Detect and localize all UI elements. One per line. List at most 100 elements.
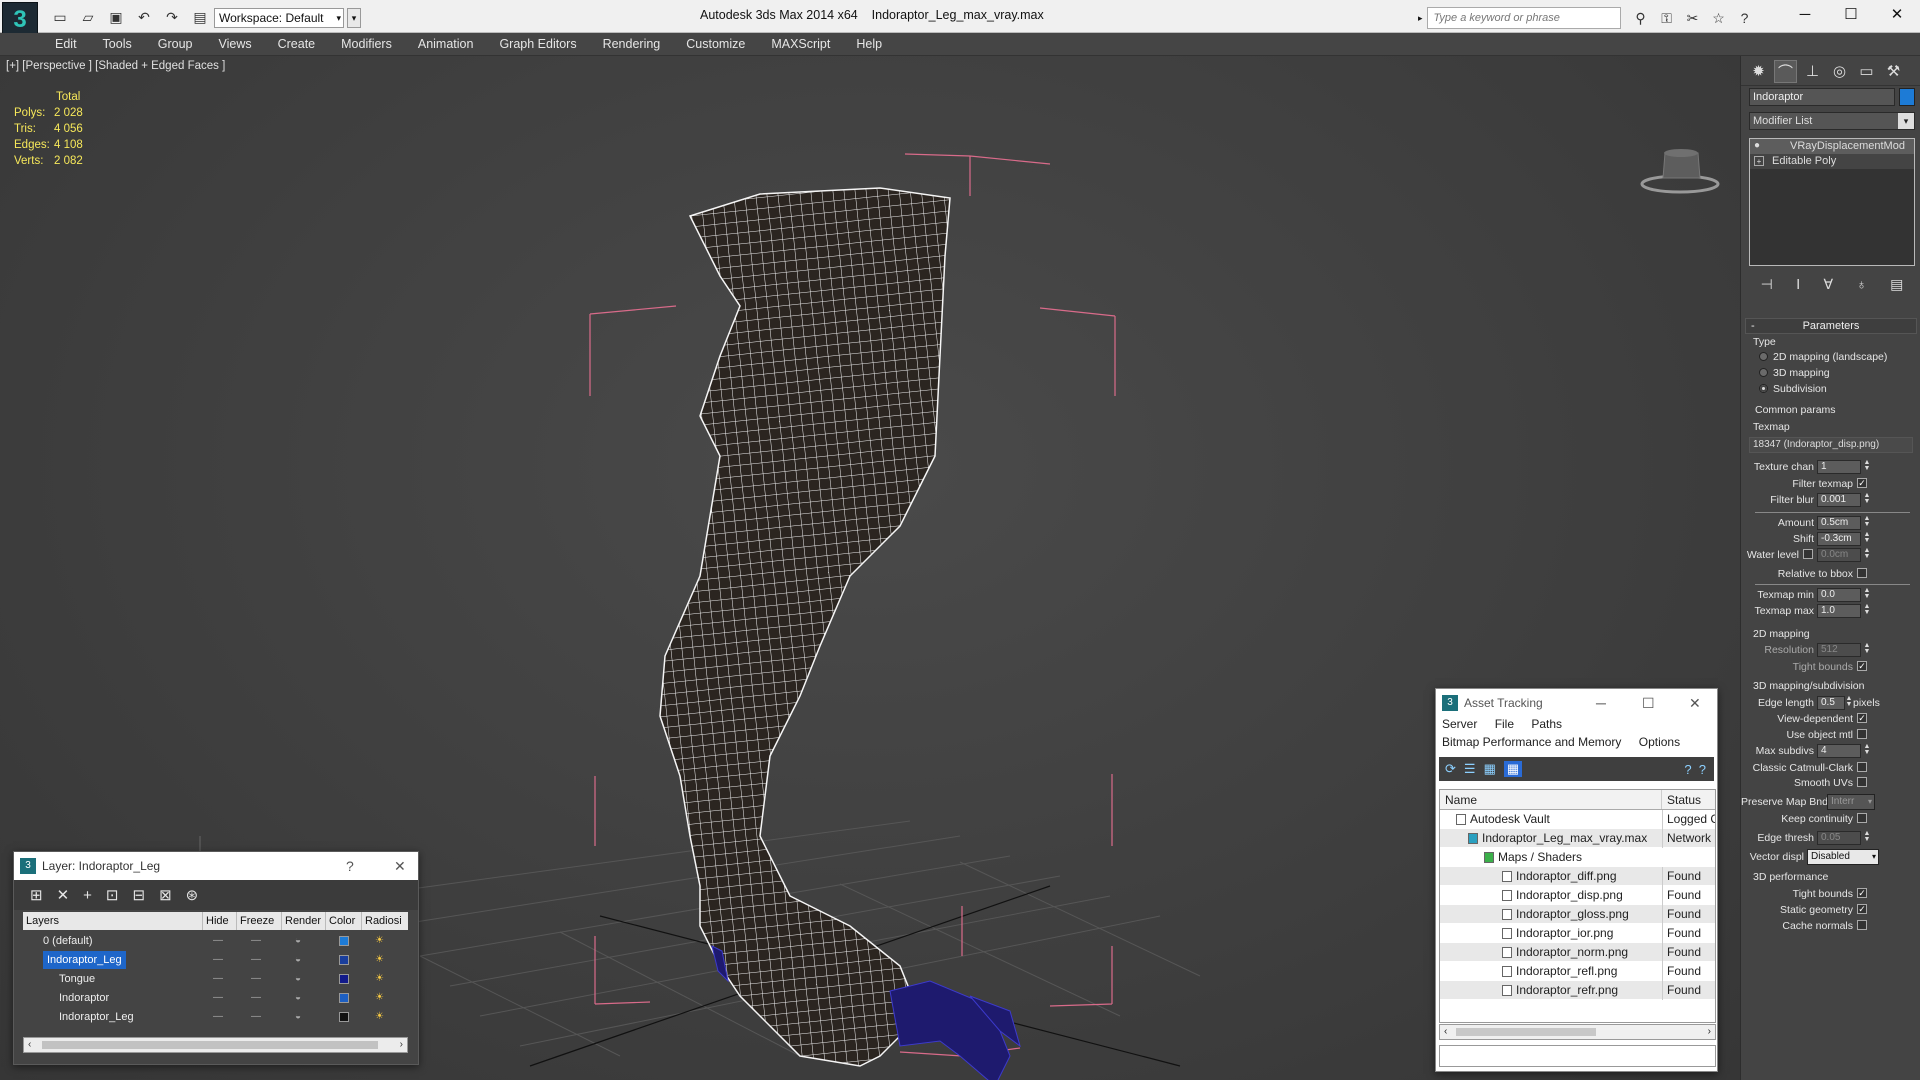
radio-subdivision[interactable] (1759, 384, 1768, 393)
layer-window-titlebar[interactable]: 3 Layer: Indoraptor_Leg ? ✕ (14, 852, 418, 880)
scroll-thumb[interactable] (1456, 1028, 1596, 1036)
new-file-icon[interactable]: ▭ (50, 8, 70, 26)
asset-row[interactable]: Indoraptor_Leg_max_vray.max Network I (1440, 829, 1715, 848)
radiosity-icon[interactable]: ☀ (375, 951, 384, 969)
render-toggle[interactable]: ◒ (295, 970, 301, 988)
cache-normals-checkbox[interactable] (1857, 920, 1867, 930)
minimize-icon[interactable]: ─ (1596, 689, 1606, 717)
layer-color-swatch[interactable] (339, 1012, 349, 1022)
hide-toggle[interactable]: — (213, 1008, 223, 1026)
spinner-arrows-icon[interactable]: ▲ ▼ (1863, 531, 1871, 544)
menu-edit[interactable]: Edit (42, 33, 90, 55)
layer-color-swatch[interactable] (339, 936, 349, 946)
asset-row[interactable]: Autodesk Vault Logged C (1440, 810, 1715, 829)
menu-maxscript[interactable]: MAXScript (758, 33, 843, 55)
vector-displ-dropdown[interactable]: Disabled ▾ (1807, 849, 1879, 865)
water-level-spinner[interactable]: 0.0cm (1817, 548, 1861, 562)
maximize-button[interactable]: ☐ (1828, 0, 1874, 30)
layer-name[interactable]: Indoraptor_Leg (59, 1008, 134, 1026)
create-layer-icon[interactable]: ⊞ (30, 886, 43, 904)
spinner-arrows-icon[interactable]: ▲ ▼ (1863, 587, 1871, 600)
tight-bounds-checkbox[interactable]: ✓ (1857, 661, 1867, 671)
scroll-right-icon[interactable]: › (400, 1038, 403, 1052)
texmap-min-spinner[interactable]: 0.0 (1817, 588, 1861, 602)
asset-row[interactable]: Indoraptor_gloss.png Found (1440, 905, 1715, 924)
layer-name[interactable]: Tongue (59, 970, 95, 988)
radio-2d-mapping[interactable] (1759, 352, 1768, 361)
object-color-swatch[interactable] (1899, 88, 1915, 106)
layer-row[interactable]: Indoraptor — — ◒ ☀ (23, 989, 408, 1007)
viewport-label[interactable]: [+] [Perspective ] [Shaded + Edged Faces… (6, 60, 225, 72)
parameters-rollout-header[interactable]: - Parameters (1745, 318, 1917, 334)
render-toggle[interactable]: ◒ (295, 989, 301, 1007)
water-level-checkbox[interactable] (1803, 549, 1813, 559)
menu-create[interactable]: Create (265, 33, 329, 55)
asset-row[interactable]: Maps / Shaders (1440, 848, 1715, 867)
layer-color-swatch[interactable] (339, 993, 349, 1003)
menu-group[interactable]: Group (145, 33, 206, 55)
radiosity-icon[interactable]: ☀ (375, 989, 384, 1007)
freeze-toggle[interactable]: — (251, 989, 261, 1007)
radiosity-icon[interactable]: ☀ (375, 1008, 384, 1026)
scroll-right-icon[interactable]: › (1708, 1025, 1711, 1039)
minimize-button[interactable]: ─ (1782, 0, 1828, 30)
configure-sets-icon[interactable]: ▤ (1890, 276, 1903, 293)
favorites-star-icon[interactable]: ☆ (1709, 10, 1729, 27)
hierarchy-tab-icon[interactable]: ⊥ (1801, 60, 1824, 83)
menu-tools[interactable]: Tools (90, 33, 145, 55)
workspace-dropdown[interactable]: Workspace: Default ▾ (214, 8, 344, 28)
highlight-layer-icon[interactable]: ⊟ (133, 886, 146, 904)
stack-item-vray-displacement[interactable]: ● VRayDisplacementMod (1750, 139, 1914, 154)
radio-3d-mapping[interactable] (1759, 368, 1768, 377)
asset-row[interactable]: Indoraptor_refr.png Found (1440, 981, 1715, 1000)
communication-icon[interactable]: ✂ (1683, 10, 1703, 27)
texmap-button[interactable]: 18347 (Indoraptor_disp.png) (1749, 437, 1913, 453)
hide-toggle[interactable]: — (213, 951, 223, 969)
show-end-result-icon[interactable]: Ⅰ (1796, 276, 1800, 293)
render-toggle[interactable]: ◒ (295, 1008, 301, 1026)
asset-row[interactable]: Indoraptor_ior.png Found (1440, 924, 1715, 943)
asset-row[interactable]: Indoraptor_diff.png Found (1440, 867, 1715, 886)
radiosity-icon[interactable]: ☀ (375, 932, 384, 950)
spinner-arrows-icon[interactable]: ▲ ▼ (1863, 603, 1871, 616)
spinner-arrows-icon[interactable]: ▲ ▼ (1863, 743, 1871, 756)
create-tab-icon[interactable]: ✹ (1747, 60, 1770, 83)
max-subdivs-spinner[interactable]: 4 (1817, 744, 1861, 758)
hide-all-icon[interactable]: ⊠ (159, 886, 172, 904)
view-dependent-checkbox[interactable]: ✓ (1857, 713, 1867, 723)
menu-paths[interactable]: Paths (1531, 717, 1562, 731)
object-name-field[interactable]: Indoraptor (1749, 88, 1895, 106)
col-layers[interactable]: Layers (23, 912, 203, 930)
col-render[interactable]: Render (282, 912, 326, 930)
menu-server[interactable]: Server (1442, 717, 1477, 731)
expand-icon[interactable]: + (1754, 156, 1764, 166)
asset-row[interactable]: Indoraptor_disp.png Found (1440, 886, 1715, 905)
menu-file[interactable]: File (1495, 717, 1514, 731)
thumbnail-view-icon[interactable]: ▦ (1484, 761, 1496, 777)
help-icon[interactable]: ? (1735, 10, 1755, 27)
open-file-icon[interactable]: ▱ (78, 8, 98, 26)
menu-rendering[interactable]: Rendering (590, 33, 674, 55)
use-object-mtl-checkbox[interactable] (1857, 729, 1867, 739)
radiosity-icon[interactable]: ☀ (375, 970, 384, 988)
edge-thresh-spinner[interactable]: 0.05 (1817, 831, 1861, 845)
lightbulb-icon[interactable]: ● (1754, 141, 1764, 151)
freeze-all-icon[interactable]: ⊛ (186, 886, 199, 904)
make-unique-icon[interactable]: ∀ (1824, 276, 1834, 293)
spinner-arrows-icon[interactable]: ▲ ▼ (1863, 492, 1871, 505)
close-icon[interactable]: ✕ (1689, 689, 1701, 717)
expand-arrow-icon[interactable]: ▸ (1418, 13, 1423, 24)
spinner-arrows-icon[interactable]: ▲ ▼ (1863, 547, 1871, 560)
amount-spinner[interactable]: 0.5cm (1817, 516, 1861, 530)
spinner-arrows-icon[interactable]: ▲ ▼ (1863, 459, 1871, 472)
add-to-layer-icon[interactable]: + (83, 887, 92, 904)
delete-layer-icon[interactable]: ✕ (57, 886, 70, 904)
maximize-icon[interactable]: ☐ (1642, 689, 1655, 717)
col-color[interactable]: Color (326, 912, 362, 930)
menu-bitmap-performance[interactable]: Bitmap Performance and Memory (1442, 735, 1621, 749)
display-tab-icon[interactable]: ▭ (1855, 60, 1878, 83)
binoculars-icon[interactable]: ⚲ (1631, 10, 1651, 27)
scroll-left-icon[interactable]: ‹ (28, 1038, 31, 1052)
motion-tab-icon[interactable]: ◎ (1828, 60, 1851, 83)
render-toggle[interactable]: ◒ (295, 951, 301, 969)
